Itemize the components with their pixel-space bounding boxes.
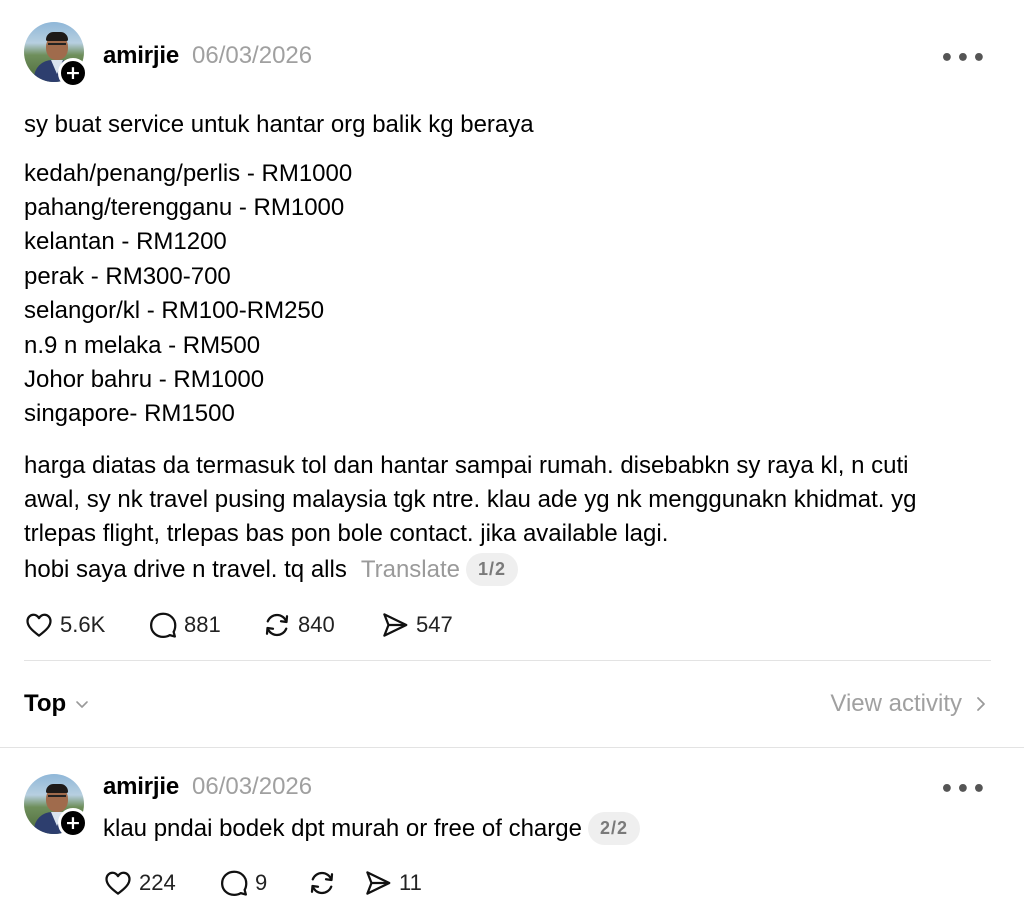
like-count: 5.6K <box>60 612 106 637</box>
share-count: 11 <box>399 870 422 895</box>
price-line: perak - RM300-700 <box>24 263 231 290</box>
paper-plane-icon <box>366 871 391 895</box>
post-intro: sy buat service untuk hantar org balik k… <box>24 111 534 138</box>
repost-arrows-icon <box>265 613 289 637</box>
chevron-down-icon <box>76 701 89 708</box>
post-date: 06/03/2026 <box>192 42 313 69</box>
comment-button[interactable]: 881 <box>148 610 262 640</box>
price-line: kedah/penang/perlis - RM1000 <box>24 160 353 187</box>
divider <box>24 660 991 661</box>
share-count: 547 <box>416 612 453 637</box>
repost-arrows-icon <box>310 871 334 895</box>
sort-label: Top <box>24 690 67 717</box>
chevron-right-icon <box>977 697 985 711</box>
reply-text-line: klau pndai bodek dpt murah or free of ch… <box>103 812 640 845</box>
view-activity-link[interactable]: View activity <box>830 690 988 718</box>
view-activity-label: View activity <box>830 690 962 717</box>
post-username[interactable]: amirjie <box>103 42 179 70</box>
repost-button[interactable]: 840 <box>262 610 380 640</box>
body-line: trlepas flight, trlepas bas pon bole con… <box>24 520 669 547</box>
thread-pager-badge: 2/2 <box>587 812 640 845</box>
repost-count: 840 <box>298 612 335 637</box>
price-line: Johor bahru - RM1000 <box>24 366 265 393</box>
price-line: pahang/terengganu - RM1000 <box>24 194 345 221</box>
thread-pager-badge: 1/2 <box>465 553 519 586</box>
body-line-text: hobi saya drive n travel. tq alls <box>24 556 347 583</box>
price-line: singapore- RM1500 <box>24 400 235 427</box>
heart-icon <box>105 871 131 895</box>
translate-button[interactable]: Translate <box>361 556 460 583</box>
speech-bubble-icon <box>221 870 248 896</box>
heart-icon <box>26 613 52 637</box>
body-line: harga diatas da termasuk tol dan hantar … <box>24 452 909 479</box>
price-line: n.9 n melaka - RM500 <box>24 332 261 359</box>
comment-count: 9 <box>255 870 268 895</box>
reply-actions: 224 9 11 <box>103 868 443 898</box>
sort-dropdown[interactable]: Top <box>24 690 90 718</box>
like-count: 224 <box>139 870 176 895</box>
follow-plus-icon[interactable]: + <box>58 808 88 838</box>
comment-button[interactable]: 9 <box>219 868 307 898</box>
post-actions: 5.6K 881 840 547 <box>24 610 490 640</box>
price-line: kelantan - RM1200 <box>24 228 227 255</box>
more-options-icon[interactable]: ••• <box>940 48 988 70</box>
body-line: awal, sy nk travel pusing malaysia tgk n… <box>24 486 917 513</box>
follow-plus-icon[interactable]: + <box>58 58 88 88</box>
like-button[interactable]: 224 <box>103 868 219 898</box>
price-line: selangor/kl - RM100-RM250 <box>24 297 325 324</box>
reply-date: 06/03/2026 <box>192 773 313 800</box>
like-button[interactable]: 5.6K <box>24 610 148 640</box>
more-options-icon[interactable]: ••• <box>940 779 988 801</box>
section-divider <box>0 747 1024 748</box>
paper-plane-icon <box>383 613 408 637</box>
reply-text: klau pndai bodek dpt murah or free of ch… <box>103 815 582 842</box>
body-line-last: hobi saya drive n travel. tq alls Transla… <box>24 553 519 586</box>
comment-count: 881 <box>184 612 221 637</box>
share-button[interactable]: 11 <box>363 868 443 898</box>
reply-username[interactable]: amirjie <box>103 773 179 801</box>
repost-button[interactable] <box>307 868 363 898</box>
share-button[interactable]: 547 <box>380 610 490 640</box>
speech-bubble-icon <box>150 612 177 638</box>
